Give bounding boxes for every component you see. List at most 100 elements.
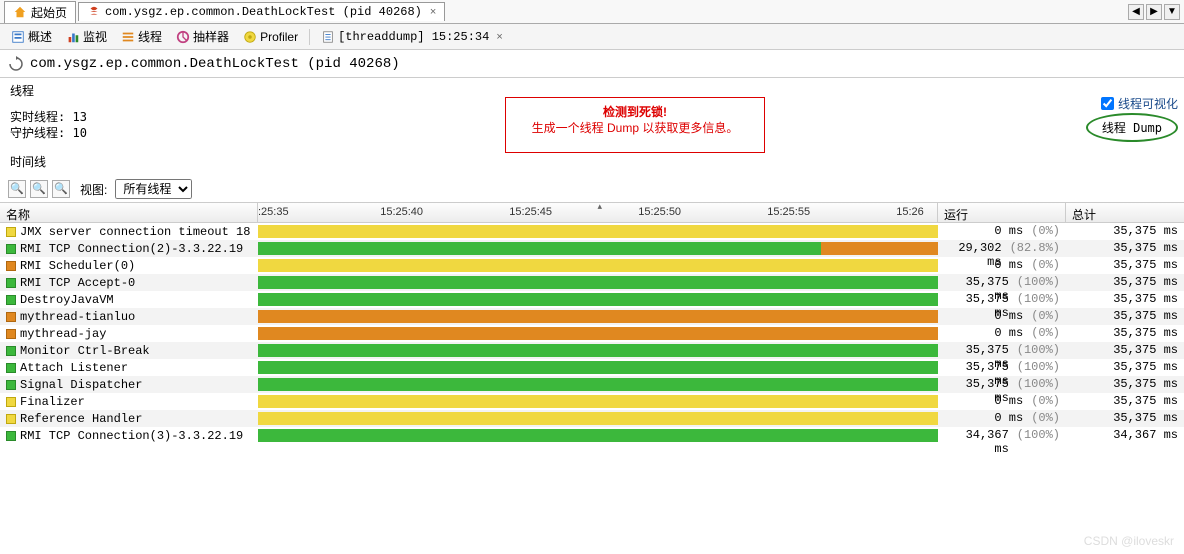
col-run-header[interactable]: 运行 — [938, 203, 1066, 222]
zoom-out-button[interactable]: 🔍 — [30, 180, 48, 198]
status-square-icon — [6, 431, 16, 441]
total-cell: 35,375 ms — [1066, 240, 1184, 257]
time-tick: 15:25:50 — [638, 206, 681, 218]
timeline-cell — [258, 410, 938, 427]
thread-name-cell: DestroyJavaVM — [0, 291, 258, 308]
thread-row[interactable]: RMI TCP Accept-035,375 ms(100%)35,375 ms — [0, 274, 1184, 291]
run-pct: (0%) — [1031, 326, 1060, 341]
toolbar: 概述 监视 线程 抽样器 Profiler [threaddump] 15:25… — [0, 24, 1184, 50]
thread-row[interactable]: RMI TCP Connection(3)-3.3.22.1934,367 ms… — [0, 427, 1184, 444]
nav-menu-button[interactable]: ▼ — [1164, 4, 1180, 20]
timeline-cell — [258, 393, 938, 410]
run-value: 0 ms — [994, 411, 1023, 426]
thread-name-cell: JMX server connection timeout 18 — [0, 223, 258, 240]
total-cell: 35,375 ms — [1066, 393, 1184, 410]
tool-label: Profiler — [260, 30, 298, 44]
tool-profiler[interactable]: Profiler — [238, 28, 303, 46]
timeline-cell — [258, 291, 938, 308]
tool-sampler[interactable]: 抽样器 — [171, 26, 234, 47]
run-value: 35,375 ms — [944, 343, 1009, 358]
run-pct: (100%) — [1017, 360, 1060, 375]
thread-row[interactable]: Signal Dispatcher35,375 ms(100%)35,375 m… — [0, 376, 1184, 393]
status-square-icon — [6, 380, 16, 390]
run-cell: 35,375 ms(100%) — [938, 342, 1066, 359]
close-icon[interactable]: × — [430, 6, 436, 18]
thread-row[interactable]: mythread-jay0 ms(0%)35,375 ms — [0, 325, 1184, 342]
thread-row[interactable]: Reference Handler0 ms(0%)35,375 ms — [0, 410, 1184, 427]
tab-main[interactable]: com.ysgz.ep.common.DeathLockTest (pid 40… — [78, 2, 445, 21]
thread-dump-button[interactable]: 线程 Dump — [1086, 113, 1178, 142]
zoom-in-button[interactable]: 🔍 — [8, 180, 26, 198]
divider — [309, 29, 310, 45]
status-square-icon — [6, 295, 16, 305]
tool-overview[interactable]: 概述 — [6, 26, 57, 47]
thread-name-cell: RMI TCP Accept-0 — [0, 274, 258, 291]
thread-list: JMX server connection timeout 18 0 ms (0%)… — [0, 223, 1184, 444]
tool-threads[interactable]: 线程 — [116, 26, 167, 47]
run-pct: (0%) — [1031, 224, 1060, 239]
thread-name-cell: mythread-tianluo — [0, 308, 258, 325]
status-square-icon — [6, 261, 16, 271]
nav-next-button[interactable]: ▶ — [1146, 4, 1162, 20]
thread-name-cell: Attach Listener — [0, 359, 258, 376]
close-icon[interactable]: × — [496, 31, 502, 43]
run-cell: 35,375 ms(100%) — [938, 376, 1066, 393]
page-title: com.ysgz.ep.common.DeathLockTest (pid 40… — [30, 56, 400, 72]
tab-label: com.ysgz.ep.common.DeathLockTest (pid 40… — [105, 5, 422, 19]
tab-label: 起始页 — [31, 4, 67, 21]
thread-name-cell: Reference Handler — [0, 410, 258, 427]
run-cell: 0 ms(0%) — [938, 223, 1066, 240]
zoom-fit-button[interactable]: 🔍 — [52, 180, 70, 198]
thread-name: DestroyJavaVM — [20, 293, 114, 307]
thread-row[interactable]: Monitor Ctrl-Break 35,375 ms(100%)35,375 … — [0, 342, 1184, 359]
timeline-bar — [258, 276, 938, 289]
col-name-header[interactable]: 名称 — [0, 203, 258, 222]
tool-label: 概述 — [28, 28, 52, 45]
thread-row[interactable]: DestroyJavaVM35,375 ms(100%)35,375 ms — [0, 291, 1184, 308]
deadlock-alert: 检测到死锁! 生成一个线程 Dump 以获取更多信息。 — [505, 97, 765, 153]
tab-start-page[interactable]: 起始页 — [4, 1, 76, 23]
timeline-bar — [258, 293, 938, 306]
run-cell: 0 ms(0%) — [938, 257, 1066, 274]
overview-icon — [11, 30, 25, 44]
thread-name-cell: Monitor Ctrl-Break — [0, 342, 258, 359]
realtime-threads-label: 实时线程: — [10, 110, 65, 124]
thread-name-cell: Finalizer — [0, 393, 258, 410]
thread-row[interactable]: RMI TCP Connection(2)-3.3.22.1929,302 ms… — [0, 240, 1184, 257]
timeline-bar — [258, 344, 938, 357]
timeline-cell — [258, 427, 938, 444]
threads-icon — [121, 30, 135, 44]
run-value: 0 ms — [994, 394, 1023, 409]
thread-row[interactable]: Finalizer0 ms(0%)35,375 ms — [0, 393, 1184, 410]
timeline-bar — [258, 361, 938, 374]
home-icon — [13, 5, 27, 19]
tool-label: 抽样器 — [193, 28, 229, 45]
visualize-checkbox[interactable] — [1101, 97, 1114, 110]
timeline-bar — [258, 412, 938, 425]
thread-row[interactable]: RMI Scheduler(0)0 ms(0%)35,375 ms — [0, 257, 1184, 274]
view-select[interactable]: 所有线程 — [115, 179, 192, 199]
col-timeline-header: ▴ :25:3515:25:4015:25:4515:25:5015:25:55… — [258, 203, 938, 222]
tool-monitor[interactable]: 监视 — [61, 26, 112, 47]
thread-name-cell: RMI Scheduler(0) — [0, 257, 258, 274]
thread-name: RMI TCP Connection(2)-3.3.22.19 — [20, 242, 243, 256]
refresh-icon[interactable] — [8, 56, 24, 72]
grid-header: 名称 ▴ :25:3515:25:4015:25:4515:25:5015:25… — [0, 203, 1184, 223]
thread-row[interactable]: mythread-tianluo0 ms(0%)35,375 ms — [0, 308, 1184, 325]
tool-threaddump[interactable]: [threaddump] 15:25:34 × — [316, 28, 508, 46]
timeline-cell — [258, 308, 938, 325]
run-value: 35,375 ms — [944, 275, 1009, 290]
thread-name: mythread-tianluo — [20, 310, 135, 324]
tool-label: 监视 — [83, 28, 107, 45]
thread-row[interactable]: JMX server connection timeout 18 0 ms(0%)… — [0, 223, 1184, 240]
total-cell: 35,375 ms — [1066, 325, 1184, 342]
thread-row[interactable]: Attach Listener35,375 ms(100%)35,375 ms — [0, 359, 1184, 376]
total-cell: 35,375 ms — [1066, 223, 1184, 240]
run-cell: 0 ms (0%) — [938, 410, 1066, 427]
run-pct: (0%) — [1031, 411, 1060, 426]
timeline-bar — [258, 242, 821, 255]
nav-prev-button[interactable]: ◀ — [1128, 4, 1144, 20]
col-total-header[interactable]: 总计 — [1066, 203, 1184, 222]
daemon-threads-value: 10 — [72, 126, 86, 140]
title-row: com.ysgz.ep.common.DeathLockTest (pid 40… — [0, 50, 1184, 78]
